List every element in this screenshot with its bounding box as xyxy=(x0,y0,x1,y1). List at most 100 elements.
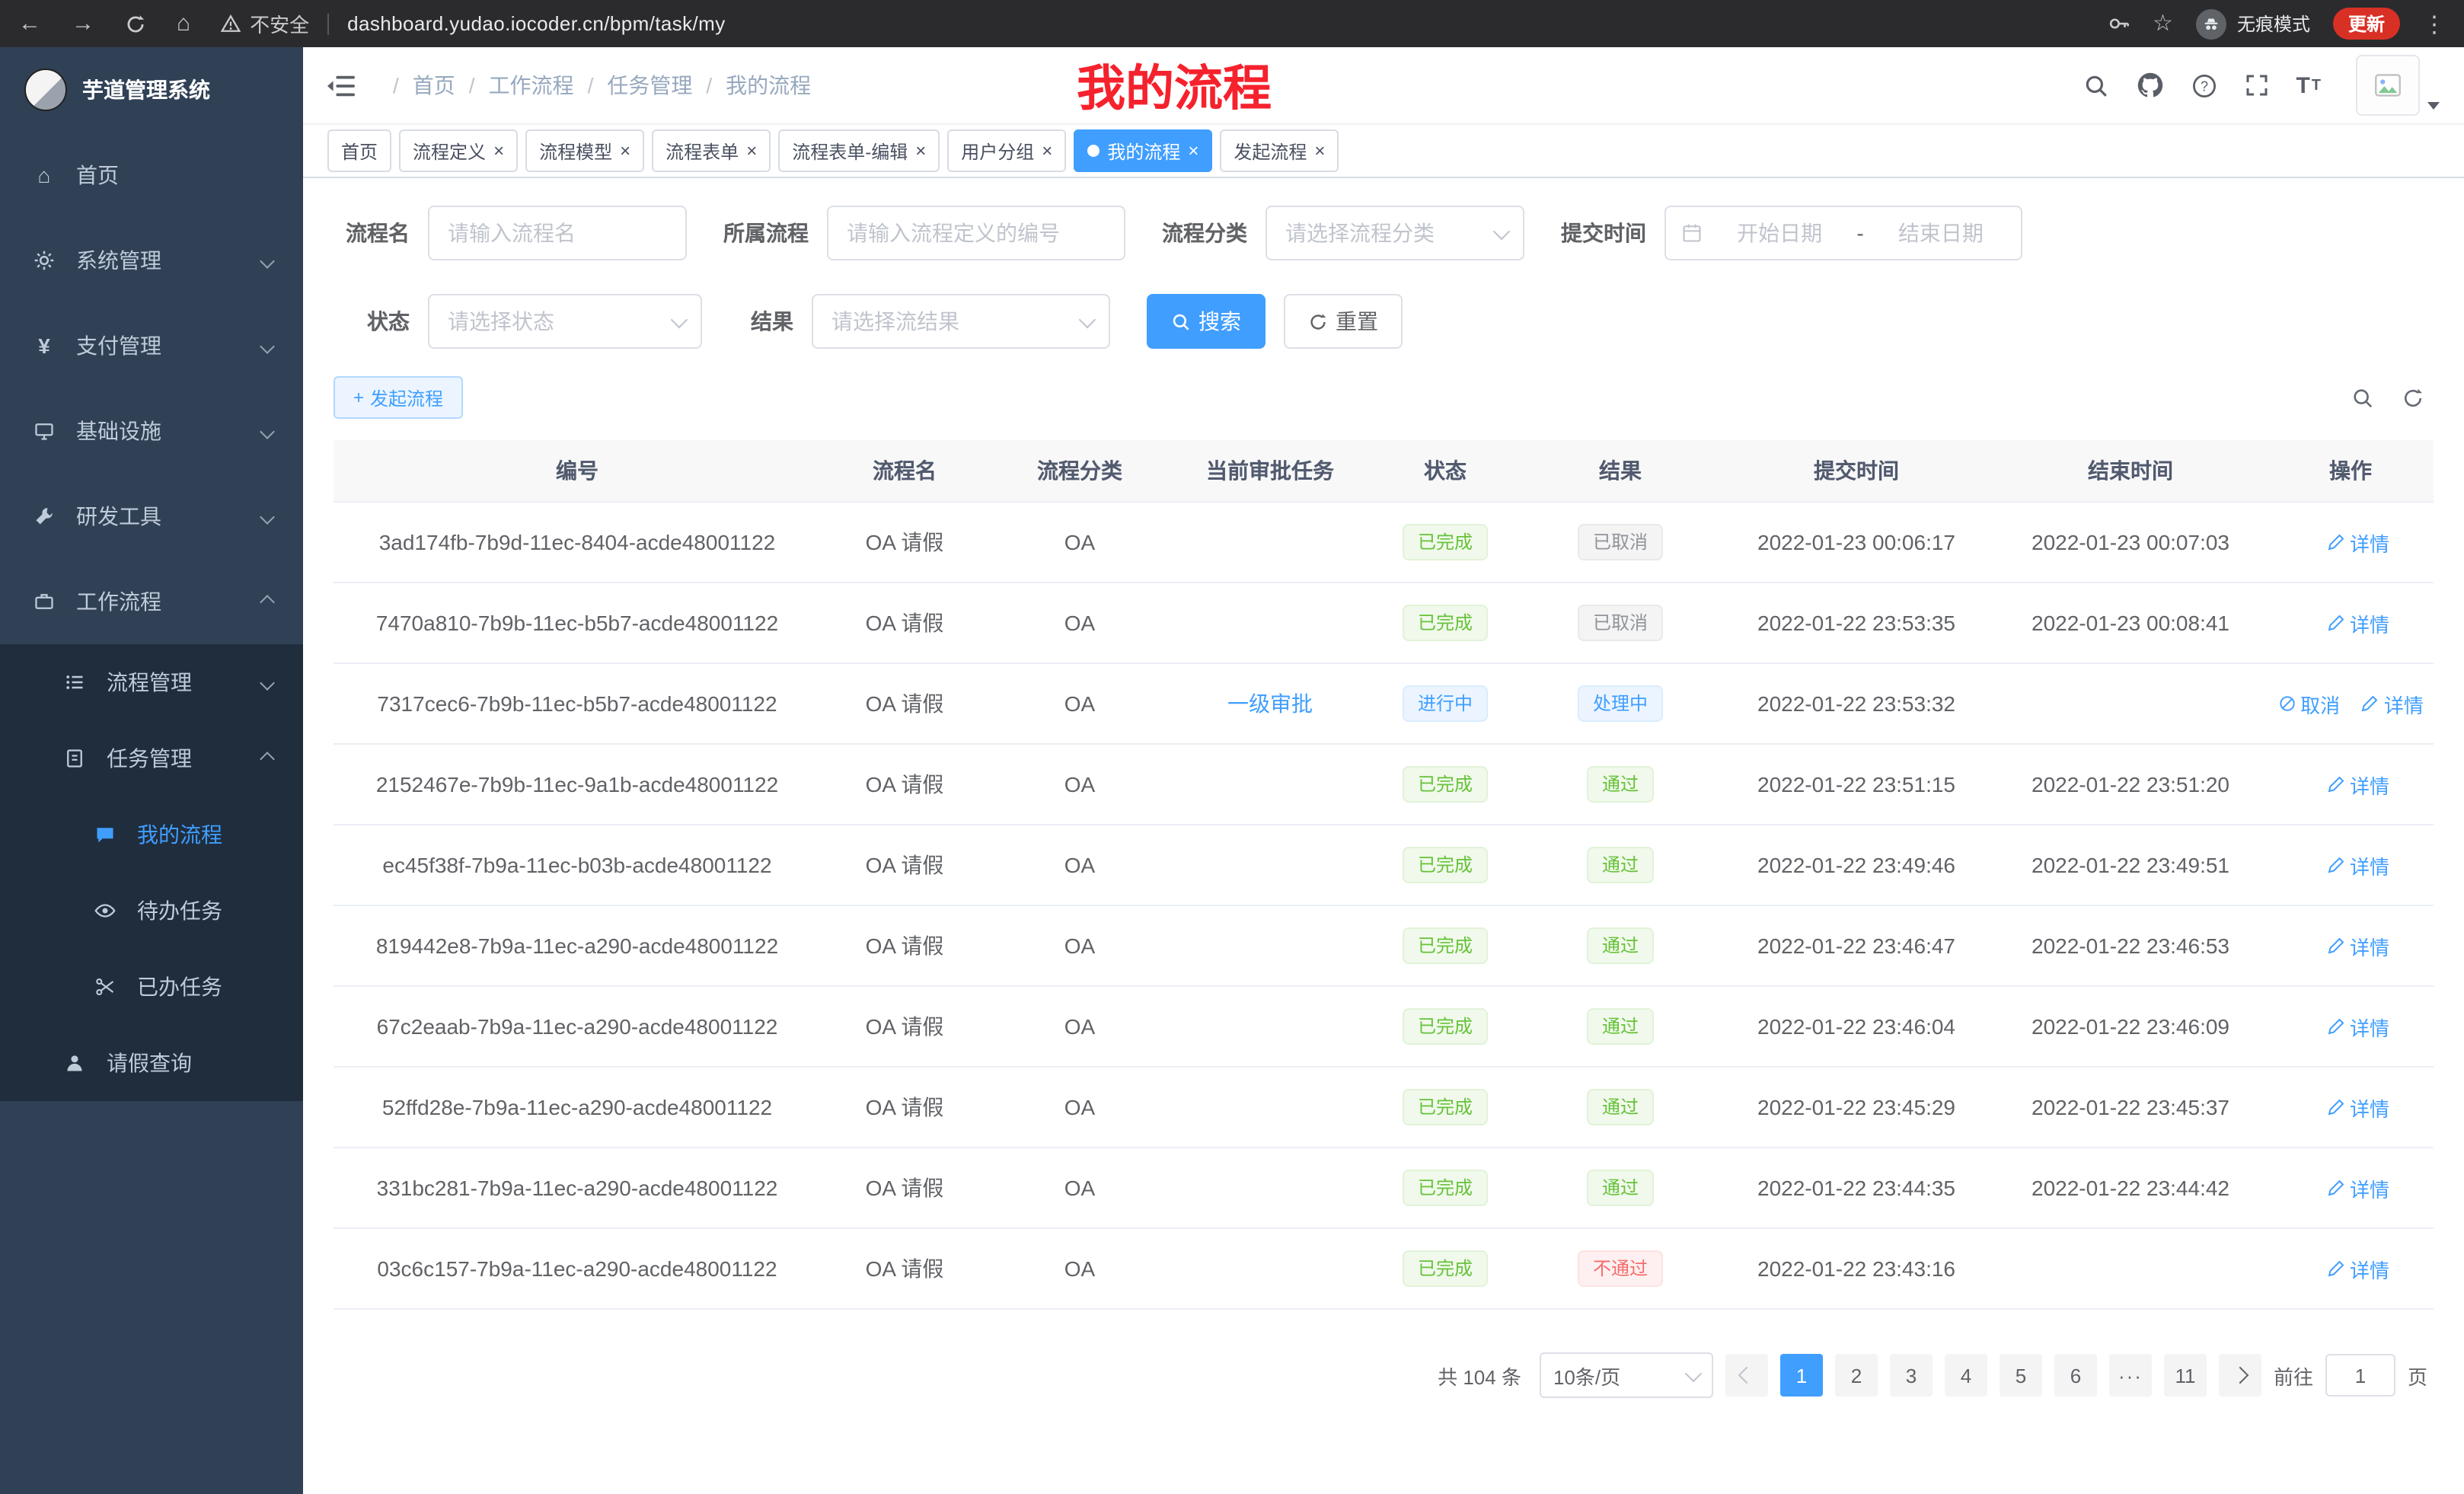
close-icon[interactable]: × xyxy=(1188,142,1198,160)
detail-action[interactable]: 详情 xyxy=(2327,1254,2389,1283)
status-badge: 已完成 xyxy=(1403,1250,1488,1287)
url-text[interactable]: dashboard.yudao.iocoder.cn/bpm/task/my xyxy=(347,12,726,35)
help-icon[interactable]: ? xyxy=(2191,72,2217,98)
view-tab[interactable]: 流程表单-编辑 × xyxy=(778,129,940,172)
sidebar-item-devtools[interactable]: 研发工具 xyxy=(0,474,303,559)
cell-process-name: OA 请假 xyxy=(821,1067,988,1148)
page-button[interactable]: 3 xyxy=(1890,1354,1933,1397)
back-icon[interactable]: ← xyxy=(18,12,41,35)
close-icon[interactable]: × xyxy=(620,142,630,160)
table-row: 331bc281-7b9a-11ec-a290-acde48001122 OA … xyxy=(334,1148,2434,1228)
close-icon[interactable]: × xyxy=(746,142,757,160)
user-menu[interactable] xyxy=(2356,55,2440,116)
close-icon[interactable]: × xyxy=(493,142,504,160)
cell-current-task xyxy=(1171,502,1369,583)
view-tab[interactable]: 流程表单 × xyxy=(652,129,771,172)
cancel-action[interactable]: 取消 xyxy=(2277,689,2340,718)
page-button[interactable]: 4 xyxy=(1945,1354,1987,1397)
close-icon[interactable]: × xyxy=(1314,142,1325,160)
refresh-table-icon[interactable] xyxy=(2402,386,2424,409)
browser-update-button[interactable]: 更新 xyxy=(2333,8,2400,40)
chat-bubble-icon xyxy=(91,824,119,845)
cell-submit-time: 2022-01-22 23:46:04 xyxy=(1719,986,1993,1067)
browser-home-icon[interactable]: ⌂ xyxy=(177,12,190,35)
cell-submit-time: 2022-01-22 23:53:35 xyxy=(1719,583,1993,663)
detail-action[interactable]: 详情 xyxy=(2327,608,2389,637)
view-tab[interactable]: 流程定义 × xyxy=(399,129,518,172)
breadcrumb-item[interactable]: / 我的流程 xyxy=(692,70,811,101)
status-select[interactable]: 请选择状态 xyxy=(428,294,702,349)
category-select[interactable]: 请选择流程分类 xyxy=(1266,206,1524,260)
page-size-select[interactable]: 10条/页 xyxy=(1540,1352,1713,1398)
start-process-button[interactable]: + 发起流程 xyxy=(334,376,463,419)
sidebar-item-done-tasks[interactable]: 已办任务 xyxy=(0,949,303,1025)
current-task-link[interactable]: 一级审批 xyxy=(1227,691,1313,716)
font-size-icon[interactable]: TT xyxy=(2296,72,2322,98)
edit-icon xyxy=(2327,1259,2345,1278)
owner-process-input[interactable] xyxy=(827,206,1125,260)
breadcrumb-item[interactable]: / 首页 xyxy=(379,70,455,101)
page-button[interactable]: 1 xyxy=(1780,1354,1823,1397)
toggle-search-icon[interactable] xyxy=(2351,386,2374,409)
avatar[interactable] xyxy=(2356,55,2420,116)
sidebar-item-system[interactable]: 系统管理 xyxy=(0,218,303,303)
view-tab[interactable]: 用户分组 × xyxy=(947,129,1066,172)
sidebar-item-infra[interactable]: 基础设施 xyxy=(0,388,303,474)
prev-page-button[interactable] xyxy=(1725,1354,1768,1397)
page-button[interactable]: 5 xyxy=(2000,1354,2042,1397)
sidebar-menu: ⌂ 首页 系统管理 ¥ 支付管理 xyxy=(0,132,303,1101)
goto-page-input[interactable] xyxy=(2325,1354,2395,1397)
sidebar-item-payment[interactable]: ¥ 支付管理 xyxy=(0,303,303,388)
table-header-row: 编号流程名流程分类当前审批任务状态结果提交时间结束时间操作 xyxy=(334,440,2434,502)
detail-action[interactable]: 详情 xyxy=(2327,851,2389,879)
detail-action[interactable]: 详情 xyxy=(2327,528,2389,557)
cell-current-task xyxy=(1171,905,1369,986)
page-button[interactable]: 2 xyxy=(1835,1354,1878,1397)
detail-action[interactable]: 详情 xyxy=(2361,689,2424,718)
breadcrumb-item[interactable]: / 任务管理 xyxy=(574,70,693,101)
view-tab[interactable]: 流程模型 × xyxy=(525,129,644,172)
search-button[interactable]: 搜索 xyxy=(1147,294,1266,349)
sidebar-item-process-mgmt[interactable]: 流程管理 xyxy=(0,644,303,720)
result-badge: 通过 xyxy=(1587,766,1654,803)
view-tab[interactable]: 首页 × xyxy=(327,129,391,172)
sidebar-item-task-mgmt[interactable]: 任务管理 xyxy=(0,720,303,796)
process-name-input[interactable] xyxy=(428,206,687,260)
forward-icon[interactable]: → xyxy=(72,12,94,35)
detail-action[interactable]: 详情 xyxy=(2327,1173,2389,1202)
reset-button[interactable]: 重置 xyxy=(1284,294,1403,349)
page-button[interactable]: 11 xyxy=(2164,1354,2207,1397)
detail-action[interactable]: 详情 xyxy=(2327,1093,2389,1122)
page-button[interactable]: ··· xyxy=(2109,1354,2152,1397)
bookmark-star-icon[interactable]: ☆ xyxy=(2153,12,2173,35)
edit-icon xyxy=(2327,533,2345,551)
security-indicator[interactable]: 不安全 xyxy=(221,9,309,38)
detail-action[interactable]: 详情 xyxy=(2327,931,2389,960)
detail-action[interactable]: 详情 xyxy=(2327,1012,2389,1041)
github-icon[interactable] xyxy=(2136,72,2163,99)
submit-time-range-picker[interactable]: 开始日期 - 结束日期 xyxy=(1664,206,2022,260)
cell-submit-time: 2022-01-22 23:44:35 xyxy=(1719,1148,1993,1228)
sidebar-item-workflow[interactable]: 工作流程 xyxy=(0,559,303,644)
browser-menu-icon[interactable]: ⋮ xyxy=(2423,10,2446,37)
fullscreen-icon[interactable] xyxy=(2244,73,2268,97)
view-tab[interactable]: 发起流程 × xyxy=(1220,129,1339,172)
breadcrumb-item[interactable]: / 工作流程 xyxy=(455,70,574,101)
sidebar-item-todo-tasks[interactable]: 待办任务 xyxy=(0,873,303,949)
search-icon[interactable] xyxy=(2083,72,2108,98)
reload-icon[interactable] xyxy=(125,13,146,34)
close-icon[interactable]: × xyxy=(915,142,926,160)
result-select[interactable]: 请选择流结果 xyxy=(812,294,1110,349)
next-page-button[interactable] xyxy=(2219,1354,2261,1397)
view-tab[interactable]: 我的流程 × xyxy=(1074,129,1212,172)
hamburger-icon[interactable] xyxy=(327,74,355,97)
edit-icon xyxy=(2327,1098,2345,1116)
sidebar-item-home[interactable]: ⌂ 首页 xyxy=(0,132,303,218)
close-icon[interactable]: × xyxy=(1042,142,1052,160)
detail-action[interactable]: 详情 xyxy=(2327,770,2389,799)
key-icon[interactable] xyxy=(2107,12,2130,35)
sidebar-item-leave-query[interactable]: 请假查询 xyxy=(0,1025,303,1101)
page-button[interactable]: 6 xyxy=(2054,1354,2097,1397)
scissors-icon xyxy=(91,976,119,998)
sidebar-item-my-process[interactable]: 我的流程 xyxy=(0,796,303,873)
